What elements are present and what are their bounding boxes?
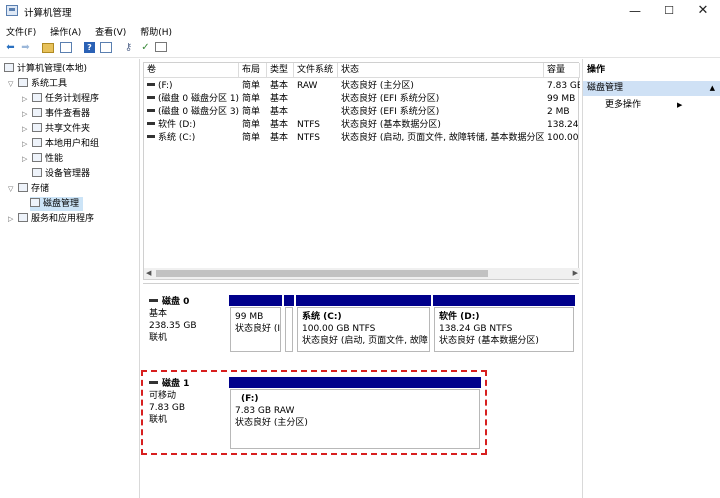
table-row[interactable]: (磁盘 0 磁盘分区 3) 简单 基本 状态良好 (EFI 系统分区) 2 MB: [144, 106, 580, 119]
tree-item-root[interactable]: 计算机管理(本地): [4, 62, 87, 76]
title-bar: 计算机管理 — ☐ ✕: [0, 0, 720, 22]
column-header-type[interactable]: 类型: [267, 63, 294, 78]
collapse-icon[interactable]: ▽: [8, 77, 18, 91]
tree-item-device-manager[interactable]: 设备管理器: [32, 167, 90, 181]
volume-icon: [147, 135, 155, 138]
navigation-tree: 计算机管理(本地) ▽ 系统工具 ▷ 任务计划程序 ▷ 事件查看器 ▷ 共享文件夹 ▷ 本…: [0, 59, 140, 498]
scroll-right-icon[interactable]: ▶: [573, 268, 578, 279]
maximize-button[interactable]: ☐: [652, 0, 686, 22]
disk0-state: 联机: [149, 333, 168, 343]
menu-view[interactable]: 查看(V): [89, 22, 131, 38]
folder-up-icon[interactable]: [42, 43, 54, 53]
disk0-partition-small[interactable]: [284, 295, 294, 352]
minimize-button[interactable]: —: [618, 0, 652, 22]
tree-item-disk-management[interactable]: 磁盘管理: [30, 197, 84, 211]
properties-list-icon[interactable]: [155, 42, 167, 52]
column-header-layout[interactable]: 布局: [239, 63, 267, 78]
back-arrow-icon[interactable]: ⬅: [4, 42, 17, 54]
tree-item-storage[interactable]: ▽ 存储: [8, 182, 49, 196]
clock-icon: [32, 93, 42, 102]
volume-icon: [147, 83, 155, 86]
tree-item-system-tools[interactable]: ▽ 系统工具: [8, 77, 67, 91]
scrollbar-thumb[interactable]: [156, 270, 488, 277]
actions-section-disk-management[interactable]: 磁盘管理 ▲: [583, 81, 720, 96]
volume-icon: [147, 122, 155, 125]
actions-pane: 操作 磁盘管理 ▲ 更多操作 ▶: [582, 59, 720, 498]
disk-icon: [30, 198, 40, 207]
tree-item-shared-folders[interactable]: ▷ 共享文件夹: [22, 122, 90, 136]
forward-arrow-icon[interactable]: ➡: [19, 42, 32, 54]
menu-file[interactable]: 文件(F): [0, 22, 41, 38]
more-actions-item[interactable]: 更多操作 ▶: [605, 98, 682, 112]
chevron-right-icon: ▶: [677, 101, 683, 109]
volume-icon: [147, 109, 155, 112]
disk0-partition-efi[interactable]: 99 MB 状态良好 (I: [229, 295, 282, 352]
highlight-box: [141, 370, 487, 455]
menu-help[interactable]: 帮助(H): [134, 22, 177, 38]
volume-list-header: 卷 布局 类型 文件系统 状态 容量: [144, 63, 580, 78]
disk-icon: [149, 299, 158, 302]
help-icon[interactable]: ?: [84, 42, 95, 53]
close-button[interactable]: ✕: [686, 0, 720, 22]
column-header-filesystem[interactable]: 文件系统: [294, 63, 338, 78]
window-title: 计算机管理: [24, 8, 72, 19]
disk0-partition-c[interactable]: 系统 (C:) 100.00 GB NTFS 状态良好 (启动, 页面文件, 故…: [296, 295, 431, 352]
device-manager-icon: [32, 168, 42, 177]
disk0-kind: 基本: [149, 309, 168, 319]
horizontal-scrollbar[interactable]: ◀ ▶: [144, 268, 580, 279]
storage-icon: [18, 183, 28, 192]
column-header-status[interactable]: 状态: [338, 63, 544, 78]
tree-item-performance[interactable]: ▷ 性能: [22, 152, 63, 166]
tree-item-event-viewer[interactable]: ▷ 事件查看器: [22, 107, 90, 121]
expand-icon[interactable]: ▷: [22, 152, 32, 166]
partition-bar: [296, 295, 431, 306]
collapse-icon[interactable]: ▽: [8, 182, 18, 196]
check-icon[interactable]: ✓: [139, 42, 152, 54]
table-row[interactable]: (F:) 简单 基本 RAW 状态良好 (主分区) 7.83 GB: [144, 80, 580, 93]
disk0-size: 238.35 GB: [149, 321, 197, 331]
disk0-name: 磁盘 0: [162, 297, 190, 307]
menu-action[interactable]: 操作(A): [44, 22, 86, 38]
event-log-icon: [32, 108, 42, 117]
column-header-capacity[interactable]: 容量: [544, 63, 580, 78]
key-icon[interactable]: ⚷: [122, 42, 135, 54]
expand-icon[interactable]: ▷: [8, 212, 18, 226]
toolbar: ⬅ ➡ ? ⚷ ✓: [0, 39, 720, 58]
console-view-icon[interactable]: [100, 42, 112, 53]
computer-management-icon: [6, 5, 18, 16]
users-icon: [32, 138, 42, 147]
expand-icon[interactable]: ▷: [22, 92, 32, 106]
tools-icon: [18, 78, 28, 87]
expand-icon[interactable]: ▷: [22, 107, 32, 121]
menu-bar: 文件(F) 操作(A) 查看(V) 帮助(H): [0, 22, 720, 39]
table-row[interactable]: 系统 (C:) 简单 基本 NTFS 状态良好 (启动, 页面文件, 故障转储,…: [144, 132, 580, 145]
performance-icon: [32, 153, 42, 162]
partition-bar: [229, 295, 282, 306]
table-row[interactable]: 软件 (D:) 简单 基本 NTFS 状态良好 (基本数据分区) 138.24: [144, 119, 580, 132]
table-row[interactable]: (磁盘 0 磁盘分区 1) 简单 基本 状态良好 (EFI 系统分区) 99 M…: [144, 93, 580, 106]
disk0-partition-d[interactable]: 软件 (D:) 138.24 GB NTFS 状态良好 (基本数据分区): [433, 295, 575, 352]
tree-item-task-scheduler[interactable]: ▷ 任务计划程序: [22, 92, 99, 106]
expand-icon[interactable]: ▷: [22, 122, 32, 136]
disk0-info[interactable]: 磁盘 0 基本 238.35 GB 联机: [149, 296, 197, 344]
tree-item-services[interactable]: ▷ 服务和应用程序: [8, 212, 94, 226]
shared-folder-icon: [32, 123, 42, 132]
services-icon: [18, 213, 28, 222]
collapse-up-icon[interactable]: ▲: [710, 81, 715, 96]
volume-list: 卷 布局 类型 文件系统 状态 容量 (F:) 简单 基本 RAW 状态良好 (…: [143, 62, 580, 280]
tree-item-local-users[interactable]: ▷ 本地用户和组: [22, 137, 99, 151]
partition-bar: [433, 295, 575, 306]
computer-icon: [4, 63, 14, 72]
actions-header: 操作: [587, 65, 606, 75]
show-hide-tree-icon[interactable]: [60, 42, 72, 53]
expand-icon[interactable]: ▷: [22, 137, 32, 151]
partition-bar: [284, 295, 294, 306]
volume-icon: [147, 96, 155, 99]
scroll-left-icon[interactable]: ◀: [146, 268, 151, 279]
column-header-volume[interactable]: 卷: [144, 63, 239, 78]
